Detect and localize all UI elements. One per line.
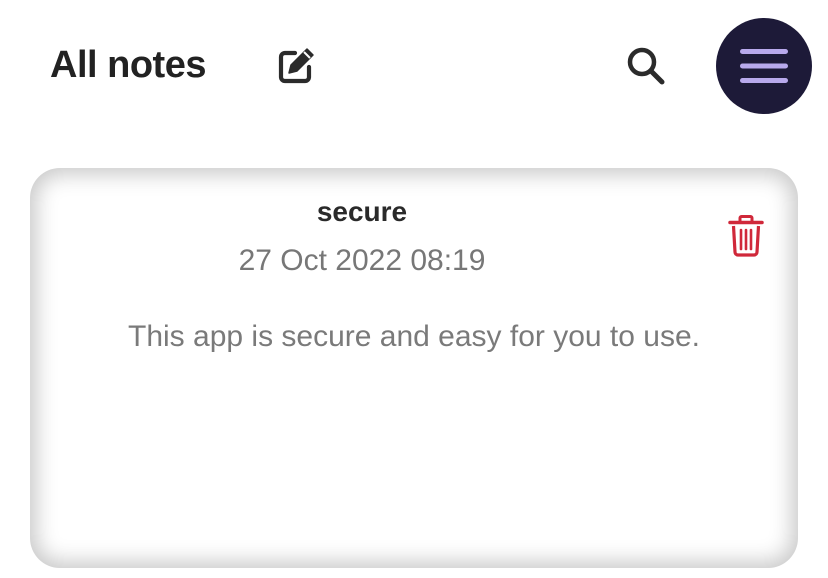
note-card[interactable]: secure 27 Oct 2022 08:19 This app is sec… bbox=[30, 168, 798, 568]
note-body: This app is secure and easy for you to u… bbox=[128, 320, 700, 353]
note-date: 27 Oct 2022 08:19 bbox=[238, 244, 486, 277]
search-icon bbox=[627, 47, 665, 85]
app-header: All notes bbox=[0, 0, 828, 130]
menu-button[interactable] bbox=[716, 18, 812, 114]
hamburger-menu-icon bbox=[740, 49, 788, 83]
trash-icon bbox=[728, 215, 764, 257]
note-title: secure bbox=[316, 196, 408, 227]
edit-note-icon bbox=[278, 48, 314, 84]
page-title: All notes bbox=[50, 44, 206, 86]
search-button[interactable] bbox=[620, 40, 672, 92]
delete-note-button[interactable] bbox=[722, 212, 770, 260]
new-note-button[interactable] bbox=[270, 40, 322, 92]
